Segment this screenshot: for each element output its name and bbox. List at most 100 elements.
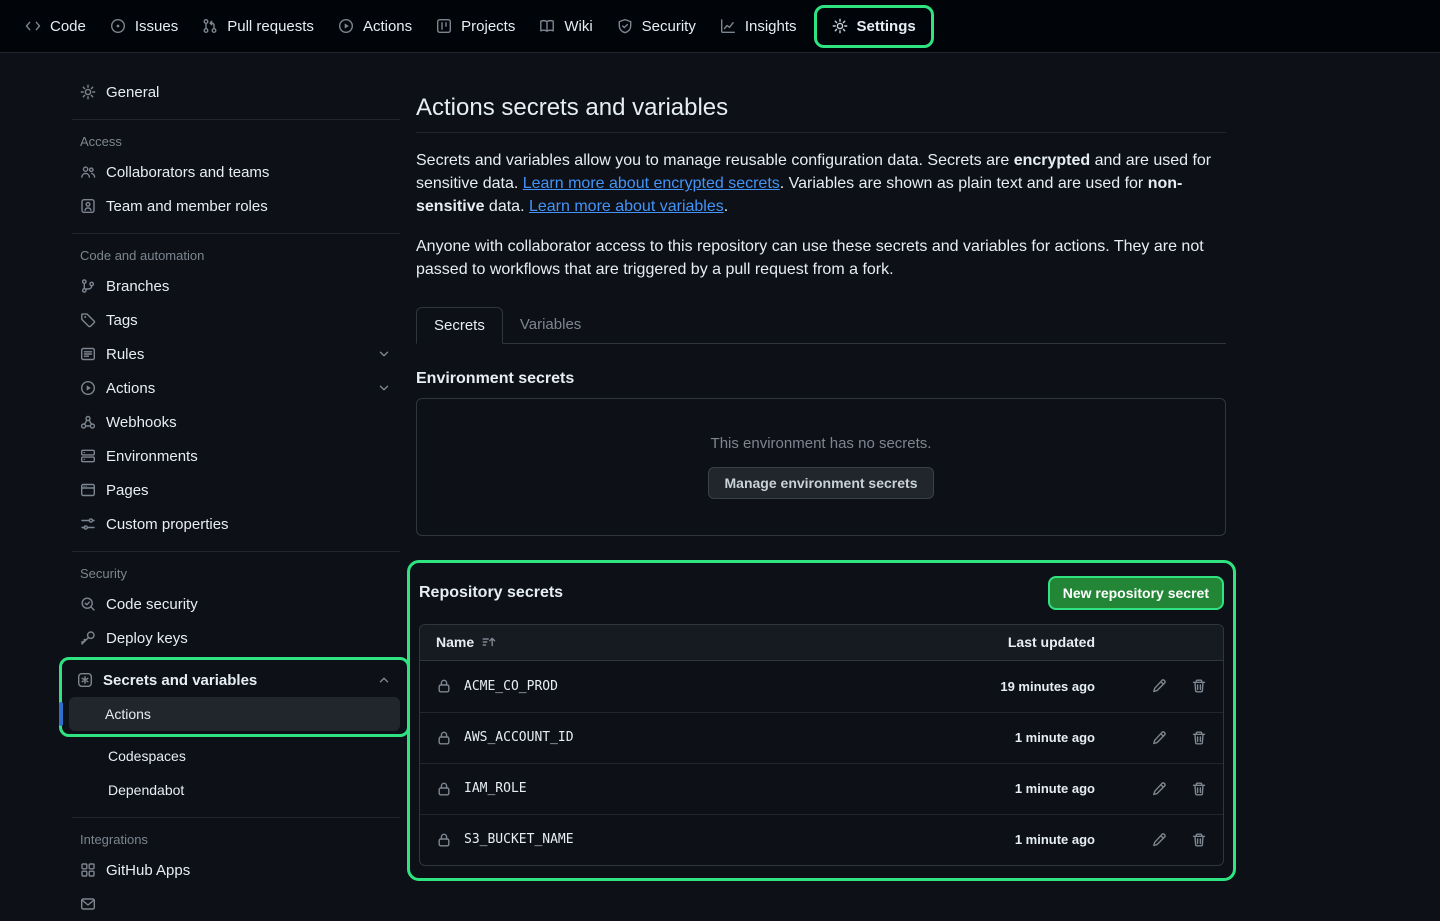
sidebar-item-general[interactable]: General xyxy=(72,75,400,109)
sidebar-item-label: Rules xyxy=(106,346,144,363)
shield-icon xyxy=(617,18,633,34)
tab-insights[interactable]: Insights xyxy=(709,9,808,44)
lock-icon xyxy=(436,781,452,797)
edit-secret-button[interactable] xyxy=(1151,781,1167,797)
tab-issues[interactable]: Issues xyxy=(99,9,189,44)
sidebar-item-collaborators[interactable]: Collaborators and teams xyxy=(72,155,400,189)
tab-label: Issues xyxy=(135,18,178,35)
sidebar-item-rules[interactable]: Rules xyxy=(72,337,400,371)
row-actions xyxy=(1095,678,1207,694)
sidebar-item-pages[interactable]: Pages xyxy=(72,473,400,507)
encrypted-secrets-link[interactable]: Learn more about encrypted secrets xyxy=(523,175,780,192)
table-header-row: Name Last updated xyxy=(420,625,1223,661)
pencil-icon xyxy=(1151,781,1167,797)
tab-actions[interactable]: Actions xyxy=(327,9,423,44)
sidebar-item-webhooks[interactable]: Webhooks xyxy=(72,405,400,439)
tab-code[interactable]: Code xyxy=(14,9,97,44)
variables-link[interactable]: Learn more about variables xyxy=(529,198,724,215)
apps-icon xyxy=(80,862,96,878)
issue-icon xyxy=(110,18,126,34)
edit-secret-button[interactable] xyxy=(1151,730,1167,746)
gear-icon xyxy=(80,84,96,100)
sidebar-item-label: GitHub Apps xyxy=(106,862,190,879)
repo-tab-bar: Code Issues Pull requests Actions Projec… xyxy=(0,0,1440,53)
tab-variables[interactable]: Variables xyxy=(503,307,598,343)
tab-label: Settings xyxy=(857,18,916,35)
key-icon xyxy=(80,630,96,646)
tab-security[interactable]: Security xyxy=(606,9,707,44)
webhook-icon xyxy=(80,414,96,430)
trash-icon xyxy=(1191,730,1207,746)
sidebar-item-tags[interactable]: Tags xyxy=(72,303,400,337)
tab-secrets[interactable]: Secrets xyxy=(416,307,503,344)
sidebar-item-team-member-roles[interactable]: Team and member roles xyxy=(72,189,400,223)
sidebar-item-partial[interactable] xyxy=(72,887,400,921)
chevron-down-icon xyxy=(376,346,392,362)
sidebar-item-label: Actions xyxy=(105,706,151,722)
tab-pull-requests[interactable]: Pull requests xyxy=(191,9,325,44)
sidebar-item-github-apps[interactable]: GitHub Apps xyxy=(72,853,400,887)
play-icon xyxy=(338,18,354,34)
tag-icon xyxy=(80,312,96,328)
tab-wiki[interactable]: Wiki xyxy=(528,9,603,44)
sidebar-item-label: Pages xyxy=(106,482,149,499)
sidebar-item-actions[interactable]: Actions xyxy=(72,371,400,405)
server-icon xyxy=(80,448,96,464)
sidebar-item-custom-properties[interactable]: Custom properties xyxy=(72,507,400,541)
delete-secret-button[interactable] xyxy=(1191,730,1207,746)
environment-empty-text: This environment has no secrets. xyxy=(711,435,932,452)
sidebar-item-secrets-and-variables[interactable]: Secrets and variables xyxy=(69,663,400,697)
text-segment: data. xyxy=(484,198,528,215)
sidebar-item-code-security[interactable]: Code security xyxy=(72,587,400,621)
delete-secret-button[interactable] xyxy=(1191,832,1207,848)
sidebar-subitem-dependabot[interactable]: Dependabot xyxy=(72,773,400,807)
trash-icon xyxy=(1191,781,1207,797)
play-icon xyxy=(80,380,96,396)
edit-secret-button[interactable] xyxy=(1151,832,1167,848)
secret-name-cell: S3_BUCKET_NAME xyxy=(436,832,925,848)
sidebar-item-environments[interactable]: Environments xyxy=(72,439,400,473)
code-icon xyxy=(25,18,41,34)
tab-label: Code xyxy=(50,18,86,35)
pencil-icon xyxy=(1151,730,1167,746)
tab-label: Security xyxy=(642,18,696,35)
manage-environment-secrets-button[interactable]: Manage environment secrets xyxy=(708,467,935,499)
sidebar-subitem-codespaces[interactable]: Codespaces xyxy=(72,739,400,773)
table-row: S3_BUCKET_NAME 1 minute ago xyxy=(420,814,1223,865)
text-segment: Secrets and variables allow you to manag… xyxy=(416,152,1014,169)
secret-name-cell: ACME_CO_PROD xyxy=(436,678,925,694)
secrets-and-variables-highlight: Secrets and variables Actions xyxy=(59,657,410,737)
repository-secrets-table: Name Last updated ACME_CO_PROD 19 minute… xyxy=(419,624,1224,866)
sidebar-item-label: Secrets and variables xyxy=(103,672,257,689)
pencil-icon xyxy=(1151,832,1167,848)
sidebar-item-deploy-keys[interactable]: Deploy keys xyxy=(72,621,400,655)
mail-icon xyxy=(80,896,96,912)
edit-secret-button[interactable] xyxy=(1151,678,1167,694)
page-title: Actions secrets and variables xyxy=(416,94,1226,133)
last-updated: 1 minute ago xyxy=(925,832,1095,847)
tab-settings[interactable]: Settings xyxy=(821,9,927,44)
graph-icon xyxy=(720,18,736,34)
sidebar-item-label: Actions xyxy=(106,380,155,397)
table-row: IAM_ROLE 1 minute ago xyxy=(420,763,1223,814)
tab-label: Wiki xyxy=(564,18,592,35)
codescan-icon xyxy=(80,596,96,612)
secret-asterisk-icon xyxy=(77,672,93,688)
secret-name-cell: AWS_ACCOUNT_ID xyxy=(436,730,925,746)
delete-secret-button[interactable] xyxy=(1191,678,1207,694)
lock-icon xyxy=(436,678,452,694)
pull-request-icon xyxy=(202,18,218,34)
delete-secret-button[interactable] xyxy=(1191,781,1207,797)
browser-icon xyxy=(80,482,96,498)
secret-name: IAM_ROLE xyxy=(464,781,527,796)
sidebar-divider xyxy=(72,233,400,234)
sidebar-item-label: Code security xyxy=(106,596,198,613)
sidebar-item-branches[interactable]: Branches xyxy=(72,269,400,303)
sidebar-item-label: Tags xyxy=(106,312,138,329)
name-column-header[interactable]: Name xyxy=(436,634,925,650)
text-segment: . Variables are shown as plain text and … xyxy=(780,175,1148,192)
tab-projects[interactable]: Projects xyxy=(425,9,526,44)
sidebar-subitem-actions[interactable]: Actions xyxy=(69,697,400,731)
secret-name: AWS_ACCOUNT_ID xyxy=(464,730,574,745)
new-repository-secret-button[interactable]: New repository secret xyxy=(1048,576,1224,610)
